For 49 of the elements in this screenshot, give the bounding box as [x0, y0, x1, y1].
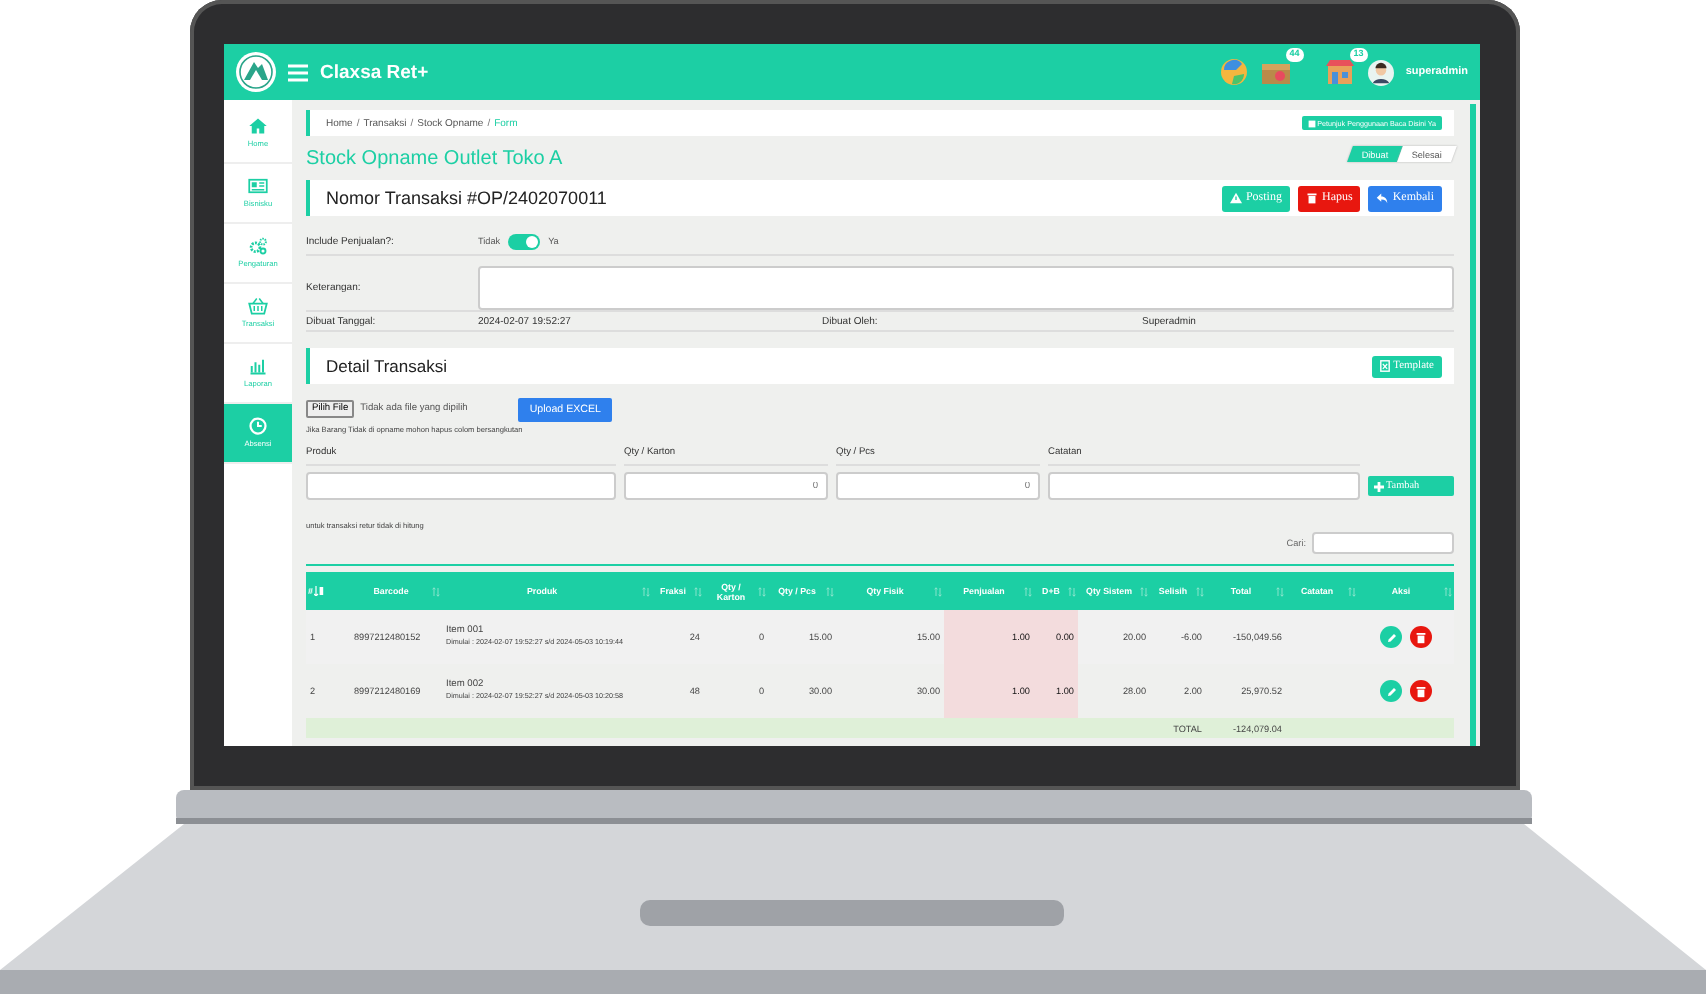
input-field[interactable]	[306, 472, 616, 500]
transaction-title: Nomor Transaksi #OP/2402070011	[326, 188, 607, 208]
trash-icon	[1305, 192, 1318, 204]
sort-icon[interactable]	[1196, 585, 1204, 597]
basket-icon	[248, 296, 268, 317]
gears-icon	[248, 236, 268, 257]
edit-button[interactable]	[1380, 626, 1402, 648]
app-title: Claxsa Ret+	[320, 61, 429, 83]
sort-icon[interactable]	[1024, 585, 1032, 597]
input-field[interactable]	[1048, 472, 1360, 500]
sort-icon[interactable]	[432, 585, 440, 597]
page-title: Stock Opname Outlet Toko A	[306, 150, 563, 170]
note-field[interactable]	[478, 265, 1454, 309]
store-icon[interactable]	[1323, 58, 1356, 86]
menu-icon[interactable]	[288, 63, 308, 81]
section-title: Detail Transaksi	[326, 356, 447, 376]
globe-icon[interactable]	[1219, 58, 1248, 86]
trash-icon	[1416, 685, 1426, 697]
sort-icon[interactable]	[1348, 585, 1356, 597]
sort-icon[interactable]	[1140, 585, 1148, 597]
sort-icon[interactable]	[1444, 585, 1452, 597]
pencil-icon	[1385, 631, 1397, 643]
sort-amount-icon[interactable]	[314, 586, 325, 596]
edit-button[interactable]	[1380, 680, 1402, 702]
toggle-switch[interactable]	[508, 233, 541, 249]
clock-icon	[248, 416, 268, 437]
home-icon	[248, 116, 268, 137]
bar-chart-icon	[248, 356, 268, 377]
newspaper-icon	[248, 176, 268, 197]
sort-icon[interactable]	[1276, 585, 1284, 597]
sort-icon[interactable]	[694, 585, 702, 597]
logo-icon[interactable]	[236, 52, 276, 92]
warning-icon	[1229, 192, 1242, 204]
plus-icon	[1374, 481, 1384, 491]
delete-button[interactable]	[1410, 626, 1432, 648]
sort-icon[interactable]	[934, 585, 942, 597]
sort-icon[interactable]	[826, 585, 834, 597]
search-field[interactable]	[1312, 532, 1454, 554]
avatar[interactable]	[1367, 59, 1394, 85]
scrollbar[interactable]	[1470, 104, 1476, 746]
pencil-icon	[1385, 685, 1397, 697]
sort-icon[interactable]	[758, 585, 766, 597]
file-icon	[1379, 360, 1390, 372]
sort-icon[interactable]	[1068, 585, 1076, 597]
trash-icon	[1416, 631, 1426, 643]
sort-icon[interactable]	[642, 585, 650, 597]
delete-button[interactable]	[1410, 680, 1432, 702]
reply-arrow-icon	[1376, 192, 1389, 204]
box-icon[interactable]	[1259, 58, 1292, 86]
